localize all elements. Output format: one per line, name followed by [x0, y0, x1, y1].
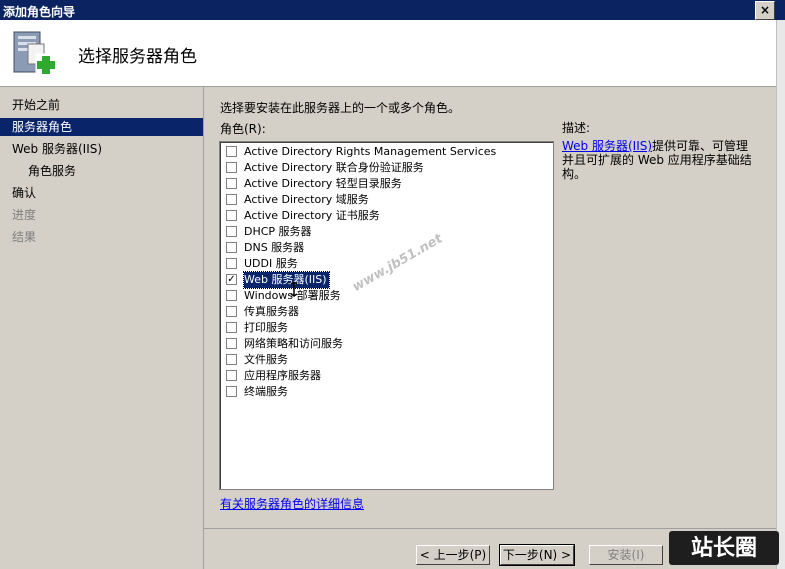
back-button[interactable]: < 上一步(P) [416, 545, 490, 565]
checkbox[interactable] [226, 194, 237, 205]
main-content: 选择要安装在此服务器上的一个或多个角色。 角色(R): Active Direc… [204, 87, 776, 569]
mouse-cursor-icon [290, 282, 298, 297]
roles-list[interactable]: Active Directory Rights Management Servi… [219, 141, 554, 490]
install-button[interactable]: 安装(I) [589, 545, 663, 565]
checkbox[interactable] [226, 146, 237, 157]
checkbox[interactable] [226, 258, 237, 269]
site-logo: 站长圈 [669, 531, 779, 565]
roles-label: 角色(R): [220, 122, 266, 136]
wizard-header: 选择服务器角色 [0, 20, 776, 87]
server-add-icon [13, 31, 57, 75]
checkbox[interactable] [226, 226, 237, 237]
checkbox[interactable] [226, 290, 237, 301]
nav-item-confirmation[interactable]: 确认 [0, 184, 203, 202]
vertical-scrollbar[interactable] [776, 20, 785, 569]
checkbox[interactable] [226, 242, 237, 253]
next-button[interactable]: 下一步(N) > [499, 544, 575, 566]
description-link[interactable]: Web 服务器(IIS) [562, 139, 652, 153]
wizard-nav: 开始之前 服务器角色 Web 服务器(IIS) 角色服务 确认 进度 结果 [0, 87, 204, 569]
checkbox[interactable] [226, 354, 237, 365]
checkbox[interactable] [226, 210, 237, 221]
checkbox[interactable] [226, 386, 237, 397]
description-label: 描述: [562, 121, 591, 135]
checkbox[interactable] [226, 178, 237, 189]
window-title: 添加角色向导 [3, 5, 76, 19]
checkbox[interactable] [226, 162, 237, 173]
instruction-text: 选择要安装在此服务器上的一个或多个角色。 [220, 101, 461, 115]
page-title: 选择服务器角色 [78, 47, 197, 67]
nav-item-results: 结果 [12, 230, 37, 244]
checkbox[interactable] [226, 322, 237, 333]
nav-item-role-services[interactable]: 角色服务 [0, 162, 203, 180]
close-button[interactable]: × [755, 1, 775, 20]
nav-item-server-roles[interactable]: 服务器角色 [0, 118, 203, 136]
description-text: Web 服务器(IIS)提供可靠、可管理并且可扩展的 Web 应用程序基础结构。 [562, 139, 757, 181]
more-info-link[interactable]: 有关服务器角色的详细信息 [220, 495, 364, 512]
checkbox[interactable] [226, 370, 237, 381]
nav-item-before-you-begin[interactable]: 开始之前 [0, 96, 203, 114]
nav-item-web-server[interactable]: Web 服务器(IIS) [0, 140, 203, 158]
checkbox-checked[interactable]: ✓ [226, 274, 237, 285]
nav-item-progress: 进度 [12, 208, 37, 222]
title-bar: 添加角色向导 × [0, 0, 785, 20]
checkbox[interactable] [226, 306, 237, 317]
checkbox[interactable] [226, 338, 237, 349]
footer-divider [204, 528, 776, 529]
